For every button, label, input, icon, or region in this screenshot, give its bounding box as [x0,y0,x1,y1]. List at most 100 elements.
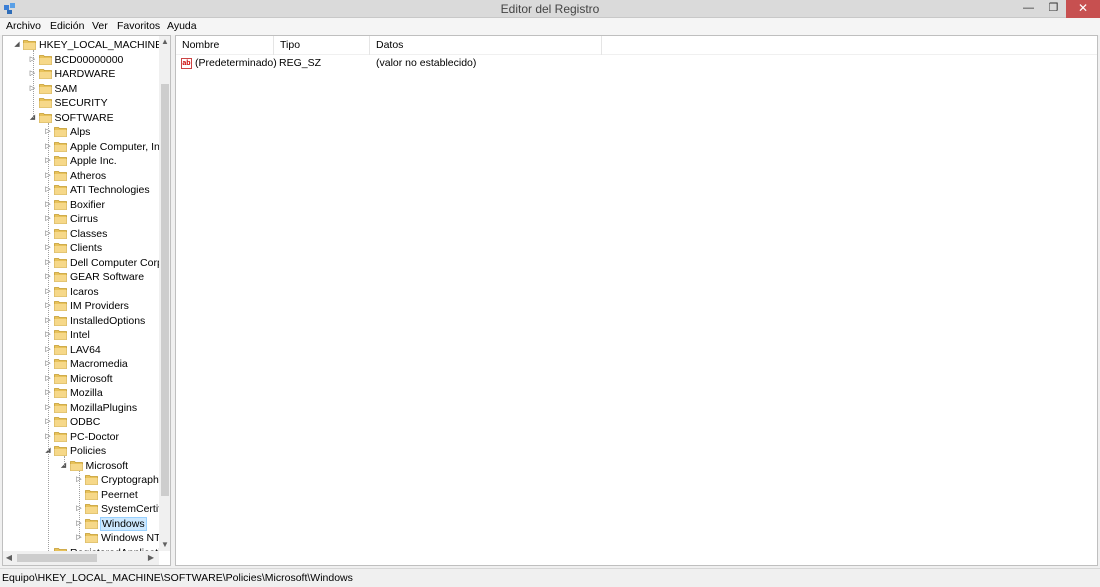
status-bar: Equipo\HKEY_LOCAL_MACHINE\SOFTWARE\Polic… [0,568,1100,587]
tree-item-label[interactable]: HKEY_LOCAL_MACHINE [38,38,159,52]
menu-ver[interactable]: Ver [92,20,108,32]
tree-item[interactable]: SECURITY [3,96,159,110]
tree-item[interactable]: ▷ Apple Inc. [3,154,159,168]
tree-item[interactable]: ▷ Apple Computer, Inc. [3,140,159,154]
tree-horizontal-scrollbar[interactable]: ◀ ▶ [3,551,159,565]
menu-edicion[interactable]: Edición [50,20,84,32]
table-row[interactable]: ab (Predeterminado) REG_SZ (valor no est… [176,56,1097,71]
menu-ayuda[interactable]: Ayuda [167,20,197,32]
tree-item-label[interactable]: Apple Inc. [69,154,118,168]
vertical-scroll-thumb[interactable] [161,84,169,496]
tree-item[interactable]: ▷ Boxifier [3,198,159,212]
tree-item[interactable]: ▷ Icaros [3,285,159,299]
maximize-button[interactable]: ❐ [1041,0,1066,18]
tree-item-label[interactable]: SystemCertificates [100,502,159,516]
tree-item-label[interactable]: Macromedia [69,357,129,371]
tree-item-label[interactable]: Windows NT [100,531,159,545]
tree-item[interactable]: ▷ ATI Technologies [3,183,159,197]
tree-item[interactable]: ▷ Alps [3,125,159,139]
scroll-right-icon[interactable]: ▶ [145,551,157,565]
tree-item-label[interactable]: Policies [69,444,107,458]
folder-icon [54,272,67,282]
tree-item[interactable]: ▷ GEAR Software [3,270,159,284]
horizontal-scroll-thumb[interactable] [17,554,97,562]
tree-item[interactable]: ▷ LAV64 [3,343,159,357]
tree-item-label[interactable]: Atheros [69,169,107,183]
tree-item[interactable]: ▷ Cirrus [3,212,159,226]
tree-item-label[interactable]: Microsoft [85,459,130,473]
column-header-nombre[interactable]: Nombre [176,36,274,55]
minimize-button[interactable]: — [1016,0,1041,18]
tree-item-label[interactable]: Clients [69,241,103,255]
tree-item[interactable]: ▷Dell Computer Corporation [3,256,159,270]
tree-item-label[interactable]: Windows [100,516,147,531]
tree-item-label[interactable]: Classes [69,227,108,241]
tree-item-label[interactable]: Icaros [69,285,100,299]
tree-item-label[interactable]: IM Providers [69,299,130,313]
scroll-down-icon[interactable]: ▼ [159,539,170,551]
tree-item[interactable]: Peernet [3,488,159,502]
tree-item[interactable]: ◢ SOFTWARE [3,111,159,125]
scroll-up-icon[interactable]: ▲ [159,36,170,48]
values-list[interactable]: Nombre Tipo Datos ab (Predeterminado) RE… [175,35,1098,566]
folder-icon [54,359,67,369]
tree-item-label[interactable]: InstalledOptions [69,314,146,328]
tree-item[interactable]: ◢ Policies [3,444,159,458]
tree-item-label[interactable]: SAM [54,82,79,96]
tree-item-label[interactable]: MozillaPlugins [69,401,138,415]
tree-item-label[interactable]: Apple Computer, Inc. [69,140,159,154]
tree-item[interactable]: ▷ ODBC [3,415,159,429]
folder-icon [85,518,98,529]
tree-vertical-scrollbar[interactable]: ▲ ▼ [159,36,170,551]
window-title: Editor del Registro [500,2,600,16]
tree-item-label[interactable]: Microsoft [69,372,114,386]
column-header-datos[interactable]: Datos [370,36,602,55]
tree-item[interactable]: ▷ Microsoft [3,372,159,386]
close-button[interactable]: ✕ [1066,0,1100,18]
tree-item[interactable]: ▷ Mozilla [3,386,159,400]
tree-item[interactable]: ▷ BCD00000000 [3,53,159,67]
tree-item-label[interactable]: PC-Doctor [69,430,120,444]
tree-item-label[interactable]: HARDWARE [54,67,117,81]
tree-item[interactable]: ▷SystemCertificates [3,502,159,516]
tree-item-label[interactable]: Dell Computer Corporation [69,256,159,270]
tree-item-label[interactable]: Mozilla [69,386,104,400]
tree-item[interactable]: ▷ Windows NT [3,531,159,545]
tree-item-label[interactable]: Cryptography [100,473,159,487]
tree-item-label[interactable]: Alps [69,125,91,139]
tree-item[interactable]: ◢ HKEY_LOCAL_MACHINE [3,38,159,52]
menu-favoritos[interactable]: Favoritos [117,20,160,32]
tree-item-label[interactable]: Boxifier [69,198,106,212]
tree-item[interactable]: ▷ HARDWARE [3,67,159,81]
tree-item-label[interactable]: SECURITY [54,96,109,110]
menu-archivo[interactable]: Archivo [6,20,41,32]
tree-item[interactable]: ▷ Intel [3,328,159,342]
tree-item-label[interactable]: Cirrus [69,212,99,226]
tree-item-label[interactable]: Intel [69,328,91,342]
tree-item[interactable]: ▷ PC-Doctor [3,430,159,444]
expanded-arrow-icon[interactable]: ◢ [13,39,21,51]
folder-icon [85,475,98,485]
tree-item-label[interactable]: SOFTWARE [54,111,115,125]
tree-item[interactable]: ▷ Atheros [3,169,159,183]
tree-item[interactable]: ▷ InstalledOptions [3,314,159,328]
tree-item[interactable]: ▷ IM Providers [3,299,159,313]
tree-item-label[interactable]: ODBC [69,415,101,429]
tree-item[interactable]: ▷ SAM [3,82,159,96]
registry-tree[interactable]: ◢ HKEY_LOCAL_MACHINE ▷ BCD00000000 ▷ HARDWARE… [2,35,171,566]
scroll-left-icon[interactable]: ◀ [3,551,15,565]
tree-item-label[interactable]: LAV64 [69,343,102,357]
tree-item-label[interactable]: ATI Technologies [69,183,151,197]
tree-item-label[interactable]: GEAR Software [69,270,145,284]
tree-item[interactable]: ▷ Windows [3,516,159,531]
tree-item[interactable]: ▷ MozillaPlugins [3,401,159,415]
folder-icon [23,40,36,50]
tree-item[interactable]: ▷ Macromedia [3,357,159,371]
tree-item[interactable]: ▷ Clients [3,241,159,255]
tree-item-label[interactable]: Peernet [100,488,139,502]
tree-item[interactable]: ◢ Microsoft [3,459,159,473]
tree-item-label[interactable]: BCD00000000 [54,53,125,67]
column-header-tipo[interactable]: Tipo [274,36,370,55]
tree-item[interactable]: ▷ Classes [3,227,159,241]
tree-item[interactable]: ▷ Cryptography [3,473,159,487]
